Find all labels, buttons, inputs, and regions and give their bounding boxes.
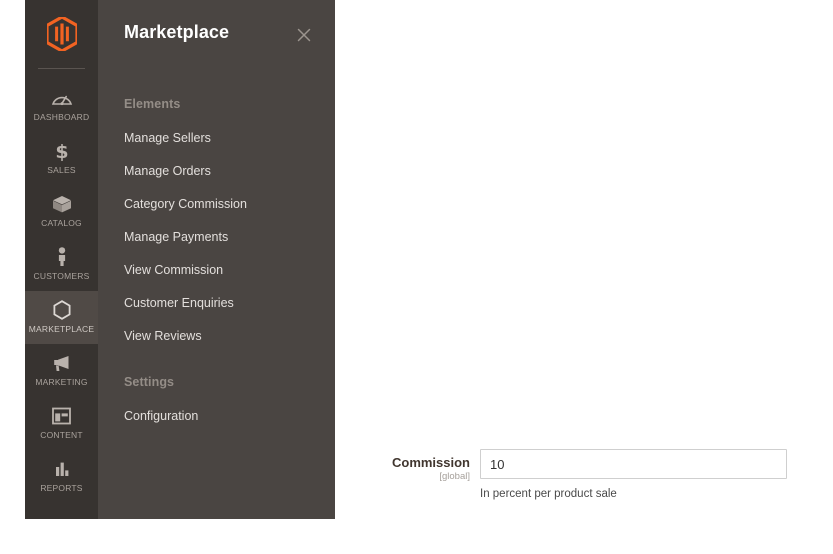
submenu-item-category-commission[interactable]: Category Commission (98, 187, 335, 220)
sidebar-item-label: MARKETPLACE (28, 324, 95, 334)
sidebar-item-label: DASHBOARD (33, 112, 90, 122)
sidebar-item-catalog[interactable]: CATALOG (25, 185, 98, 238)
sidebar-item-customers[interactable]: CUSTOMERS (25, 238, 98, 291)
box-icon (25, 193, 98, 215)
sidebar-item-label: MARKETING (35, 377, 88, 387)
sidebar-item-label: CATALOG (41, 218, 82, 228)
bar-chart-icon (25, 458, 98, 480)
sidebar-item-dashboard[interactable]: DASHBOARD (25, 79, 98, 132)
commission-label-cell: Commission [global] (365, 449, 480, 483)
sidebar-item-reports[interactable]: REPORTS (25, 450, 98, 503)
close-icon[interactable] (294, 25, 314, 45)
sidebar-item-content[interactable]: CONTENT (25, 397, 98, 450)
submenu-item-configuration[interactable]: Configuration (98, 399, 335, 432)
svg-text:$: $ (55, 141, 68, 162)
submenu-item-manage-payments[interactable]: Manage Payments (98, 220, 335, 253)
submenu-section-title: Elements (124, 97, 181, 111)
submenu-item-customer-enquiries[interactable]: Customer Enquiries (98, 286, 335, 319)
submenu-item-view-commission[interactable]: View Commission (98, 253, 335, 286)
sidebar-item-label: REPORTS (40, 483, 83, 493)
dollar-sign-icon: $ (25, 140, 98, 162)
commission-scope-hint: [global] (439, 471, 470, 482)
commission-control-cell: In percent per product sale (480, 449, 805, 501)
submenu-item-manage-sellers[interactable]: Manage Sellers (98, 121, 335, 154)
admin-sidebar: DASHBOARD $ SALES CATALOG CUSTOMERS MARK… (25, 0, 98, 519)
person-icon (25, 246, 98, 268)
sidebar-item-marketing[interactable]: MARKETING (25, 344, 98, 397)
commission-note: In percent per product sale (480, 488, 617, 500)
main-content: Commission [global] In percent per produ… (335, 0, 833, 554)
submenu-section-elements: Elements Manage Sellers Manage Orders Ca… (98, 74, 335, 352)
page-layout-icon (25, 405, 98, 427)
sidebar-item-marketplace[interactable]: MARKETPLACE (25, 291, 98, 344)
commission-input[interactable] (480, 449, 787, 479)
submenu-item-manage-orders[interactable]: Manage Orders (98, 154, 335, 187)
submenu-section-title: Settings (124, 375, 175, 389)
submenu-title: Marketplace (124, 22, 230, 42)
sidebar-item-label: CUSTOMERS (33, 271, 90, 281)
submenu-section-settings: Settings Configuration (98, 352, 335, 432)
commission-label: Commission (391, 455, 470, 470)
sidebar-item-sales[interactable]: $ SALES (25, 132, 98, 185)
commission-field-row: Commission [global] In percent per produ… (365, 449, 805, 501)
marketplace-submenu-panel: Marketplace Elements Manage Sellers Mana… (98, 0, 335, 519)
hexagon-icon (25, 299, 98, 321)
submenu-header: Marketplace (98, 0, 335, 74)
megaphone-icon (25, 352, 98, 374)
sidebar-item-label: SALES (47, 165, 76, 175)
submenu-item-view-reviews[interactable]: View Reviews (98, 319, 335, 352)
sidebar-item-label: CONTENT (40, 430, 83, 440)
magento-logo[interactable] (25, 0, 98, 68)
sidebar-divider (38, 68, 85, 69)
dashboard-gauge-icon (25, 87, 98, 109)
